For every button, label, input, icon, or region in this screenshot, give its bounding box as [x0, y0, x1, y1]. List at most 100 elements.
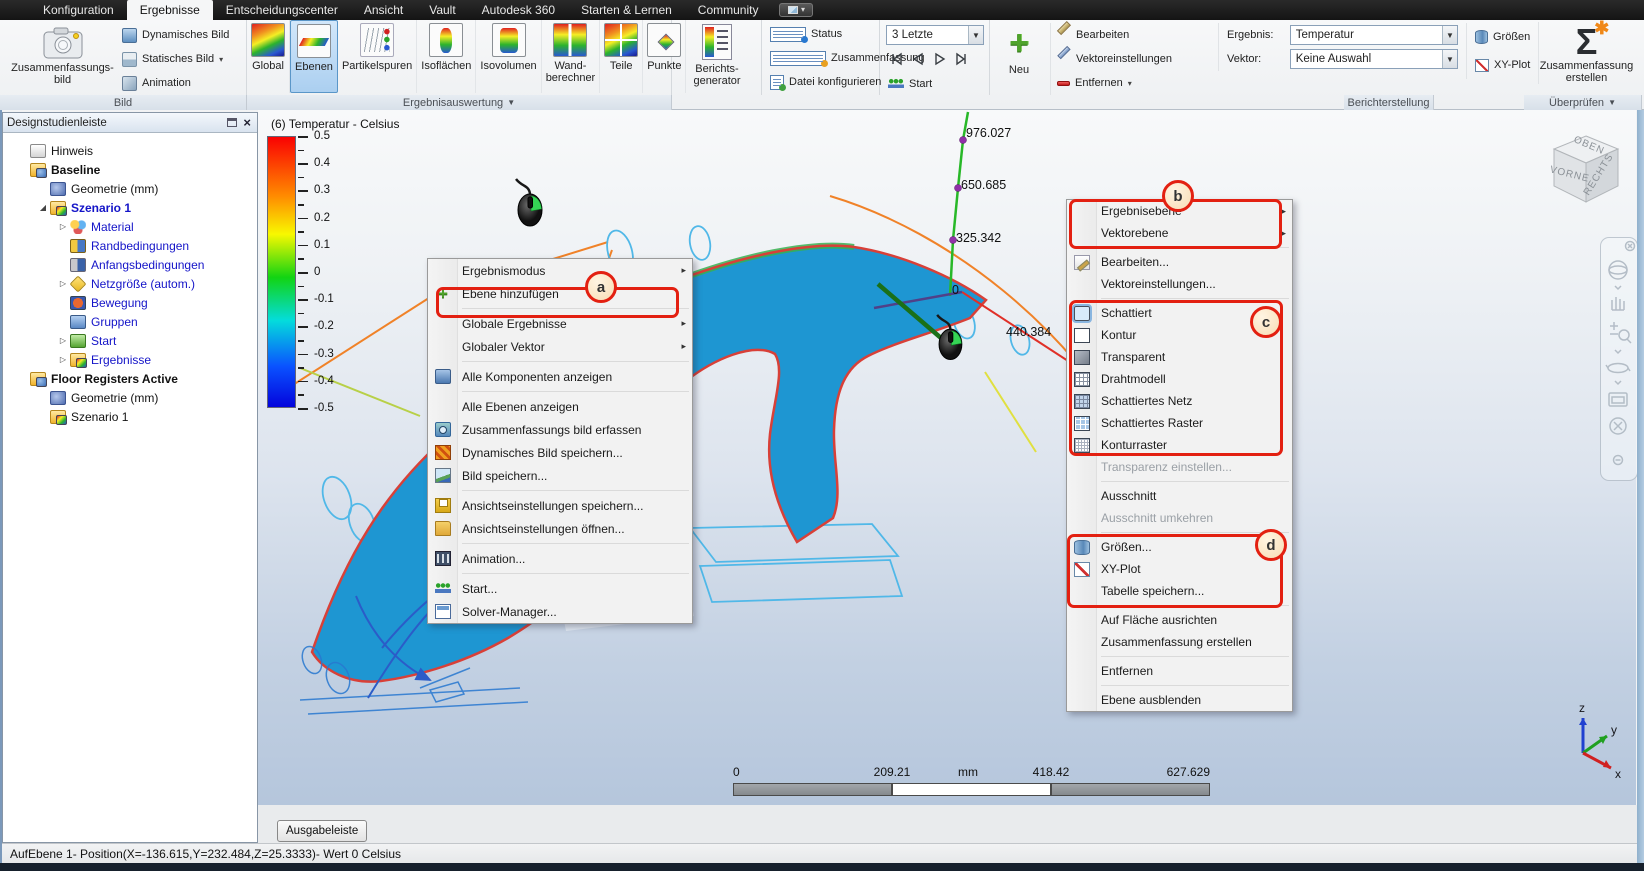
outline-cube-icon [1074, 327, 1090, 343]
tab-konfiguration[interactable]: Konfiguration [30, 0, 127, 20]
menu-item-schattiertes-raster[interactable]: Schattiertes Raster [1067, 412, 1292, 434]
menu-item-transparent[interactable]: Transparent [1067, 346, 1292, 368]
menu-item-zusammenfassungs-bild-erfassen[interactable]: Zusammenfassungs bild erfassen [428, 418, 692, 441]
zusammenfassung-erstellen-button[interactable]: Σ ✱ Zusammenfassung erstellen [1538, 19, 1634, 84]
ribbon-button-isoflächen[interactable]: Isoflächen [417, 20, 477, 93]
menu-item-ebene-hinzufügen[interactable]: Ebene hinzufügen [428, 282, 692, 305]
tree-item-szenario-1[interactable]: Szenario 1 [3, 407, 257, 426]
tree-expander-icon[interactable]: ◢ [37, 203, 49, 212]
tab-autodesk-360[interactable]: Autodesk 360 [469, 0, 568, 20]
menu-item-dynamisches-bild-speichern[interactable]: Dynamisches Bild speichern... [428, 441, 692, 464]
menu-item-drahtmodell[interactable]: Drahtmodell [1067, 368, 1292, 390]
start-button[interactable]: Start [888, 72, 932, 96]
tree-item-bewegung[interactable]: Bewegung [3, 293, 257, 312]
tab-ansicht[interactable]: Ansicht [351, 0, 416, 20]
menu-item-label: Alle Komponenten anzeigen [462, 369, 613, 384]
ribbon-button-dynamisches-bild[interactable]: Dynamisches Bild [122, 23, 229, 47]
skip-last-button[interactable] [952, 50, 972, 68]
menu-item-bearbeiten[interactable]: Bearbeiten... [1067, 251, 1292, 273]
tree-item-floor-registers-active[interactable]: Floor Registers Active [3, 369, 257, 388]
image-menu-button[interactable]: ▾ [779, 3, 814, 17]
components-icon [435, 369, 451, 384]
tree-item-szenario-1[interactable]: ◢ Szenario 1 [3, 198, 257, 217]
tree-item-baseline[interactable]: Baseline [3, 160, 257, 179]
output-bar-button[interactable]: Ausgabeleiste [277, 820, 368, 842]
tree-item-material[interactable]: ▷ Material [3, 217, 257, 236]
neu-button[interactable]: + Neu [998, 26, 1040, 76]
zusammenfassungsbild-button[interactable]: Zusammenfassungs- bild [10, 24, 115, 86]
tree-expander-icon[interactable]: ▷ [57, 336, 69, 345]
tree-expander-icon[interactable]: ▷ [57, 355, 69, 364]
menu-item-ansichtseinstellungen-öffnen[interactable]: Ansichtseinstellungen öffnen... [428, 517, 692, 540]
tab-entscheidungscenter[interactable]: Entscheidungscenter [213, 0, 351, 20]
tree-item-gruppen[interactable]: Gruppen [3, 312, 257, 331]
menu-item-vektoreinstellungen[interactable]: Vektoreinstellungen... [1067, 273, 1292, 295]
ribbon-button-isovolumen[interactable]: Isovolumen [476, 20, 542, 93]
view-cube[interactable]: OBEN VORNE RECHTS [1538, 126, 1634, 222]
menu-item-start[interactable]: Start... [428, 577, 692, 600]
berichtsgenerator-button[interactable]: Berichts-generator [687, 24, 747, 87]
group-label-ergebnisauswertung[interactable]: Ergebnisauswertung ▼ [247, 95, 672, 110]
menu-item-globale-ergebnisse[interactable]: Globale Ergebnisse ▸ [428, 312, 692, 335]
tree-expander-icon[interactable]: ▷ [57, 279, 69, 288]
iteration-dropdown[interactable]: 3 Letzte ▼ [886, 25, 984, 45]
menu-item-auf-fläche-ausrichten[interactable]: Auf Fläche ausrichten [1067, 609, 1292, 631]
next-button[interactable] [930, 50, 950, 68]
particle-traces-icon [360, 23, 395, 57]
tree-item-geometrie-mm[interactable]: Geometrie (mm) [3, 388, 257, 407]
close-panel-icon[interactable]: × [243, 116, 251, 129]
menu-separator [1067, 244, 1292, 251]
vektor-label: Vektor: [1227, 53, 1262, 65]
ribbon-button-teile[interactable]: Teile [600, 20, 644, 93]
menu-item-schattiertes-netz[interactable]: Schattiertes Netz [1067, 390, 1292, 412]
tab-ergebnisse[interactable]: Ergebnisse [126, 0, 213, 20]
tab-community[interactable]: Community [685, 0, 772, 20]
tab-vault[interactable]: Vault [416, 0, 468, 20]
previous-button[interactable] [908, 50, 928, 68]
tab-starten-lernen[interactable]: Starten & Lernen [568, 0, 685, 20]
tree-item-hinweis[interactable]: Hinweis [3, 141, 257, 160]
ribbon-button-xy-plot[interactable]: XY-Plot [1475, 51, 1530, 79]
menu-item-animation[interactable]: Animation... [428, 547, 692, 570]
tree-item-start[interactable]: ▷ Start [3, 331, 257, 350]
menu-item-entfernen[interactable]: Entfernen [1067, 660, 1292, 682]
menu-item-ergebnismodus[interactable]: Ergebnismodus ▸ [428, 259, 692, 282]
ribbon-button-entfernen[interactable]: Entfernen ▾ [1057, 71, 1172, 95]
menu-item-ausschnitt[interactable]: Ausschnitt [1067, 485, 1292, 507]
ribbon-button-partikelspuren[interactable]: Partikelspuren [338, 20, 418, 93]
ribbon-button-global[interactable]: Global [247, 20, 290, 93]
menu-item-bild-speichern[interactable]: Bild speichern... [428, 464, 692, 487]
tree-item-geometrie-mm[interactable]: Geometrie (mm) [3, 179, 257, 198]
menu-item-tabelle-speichern[interactable]: Tabelle speichern... [1067, 580, 1292, 602]
menu-item-transparenz-einstellen[interactable]: Transparenz einstellen... [1067, 456, 1292, 478]
ribbon-button-animation[interactable]: Animation [122, 71, 229, 95]
tree-expander-icon[interactable]: ▷ [57, 222, 69, 231]
menu-item-label: Tabelle speichern... [1101, 584, 1205, 598]
ribbon-button-ebenen[interactable]: Ebenen [290, 20, 338, 93]
float-panel-icon[interactable] [227, 118, 238, 127]
menu-item-xy-plot[interactable]: XY-Plot [1067, 558, 1292, 580]
vektor-dropdown[interactable]: Keine Auswahl ▼ [1289, 49, 1458, 69]
ribbon-button-vektoreinstellungen[interactable]: Vektoreinstellungen [1057, 47, 1172, 71]
ribbon-button-größen[interactable]: Größen [1475, 23, 1530, 51]
ergebnis-dropdown[interactable]: Temperatur ▼ [1289, 25, 1458, 45]
menu-item-ausschnitt-umkehren[interactable]: Ausschnitt umkehren [1067, 507, 1292, 529]
tree-item-ergebnisse[interactable]: ▷ Ergebnisse [3, 350, 257, 369]
menu-item-alle-ebenen-anzeigen[interactable]: Alle Ebenen anzeigen [428, 395, 692, 418]
ribbon-button-wand-berechner[interactable]: Wand-berechner [542, 20, 601, 93]
tree-item-randbedingungen[interactable]: Randbedingungen [3, 236, 257, 255]
ribbon-button-statisches-bild[interactable]: Statisches Bild ▾ [122, 47, 229, 71]
ribbon-button-bearbeiten[interactable]: Bearbeiten [1057, 23, 1172, 47]
skip-first-button[interactable] [886, 50, 906, 68]
menu-item-globaler-vektor[interactable]: Globaler Vektor ▸ [428, 335, 692, 358]
menu-item-solver-manager[interactable]: Solver-Manager... [428, 600, 692, 623]
group-label-ueberpruefen[interactable]: Überprüfen ▼ [1524, 95, 1642, 110]
menu-item-konturraster[interactable]: Konturraster [1067, 434, 1292, 456]
menu-item-ebene-ausblenden[interactable]: Ebene ausblenden [1067, 689, 1292, 711]
tree-item-anfangsbedingungen[interactable]: Anfangsbedingungen [3, 255, 257, 274]
tree-item-netzgröße-autom[interactable]: ▷ Netzgröße (autom.) [3, 274, 257, 293]
menu-item-vektorebene[interactable]: Vektorebene ▸ [1067, 222, 1292, 244]
menu-item-ansichtseinstellungen-speichern[interactable]: Ansichtseinstellungen speichern... [428, 494, 692, 517]
menu-item-alle-komponenten-anzeigen[interactable]: Alle Komponenten anzeigen [428, 365, 692, 388]
menu-item-zusammenfassung-erstellen[interactable]: Zusammenfassung erstellen [1067, 631, 1292, 653]
